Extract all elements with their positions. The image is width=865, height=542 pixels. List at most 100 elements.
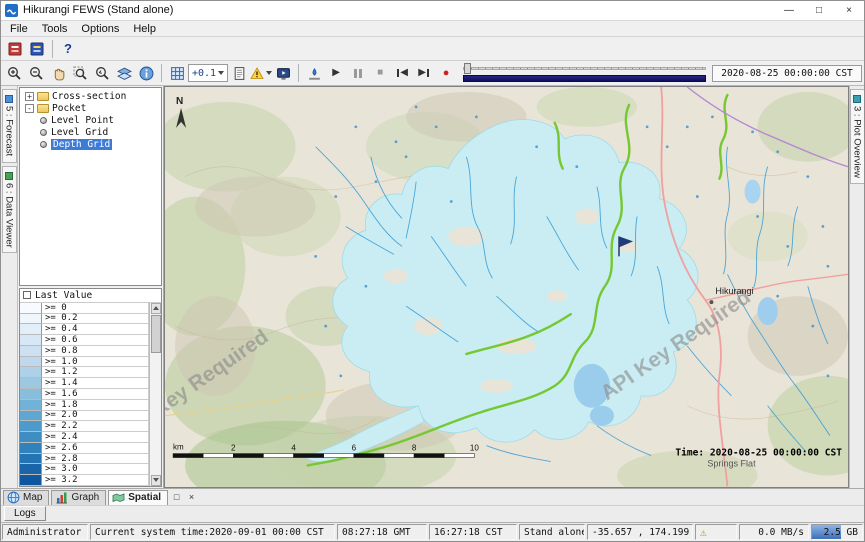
step-back-button[interactable]: ◀ [391,63,413,83]
record-button[interactable]: ● [435,63,457,83]
grid-step-combo[interactable]: +0.1 [188,64,228,82]
menu-options[interactable]: Options [74,22,126,36]
close-panel-button[interactable]: × [185,491,198,504]
legend-row: >= 1.6 [20,389,149,400]
legend-row: >= 0.6 [20,335,149,346]
collapse-icon[interactable]: - [25,104,34,113]
layer-node-icon [40,141,47,148]
tab-forecast[interactable]: 5 : Forecast [2,89,17,162]
status-memory: 2.5 GB [811,524,863,540]
tree-item-label: Level Grid [51,127,108,138]
svg-text:8: 8 [412,444,417,453]
tab-graph-label: Graph [71,492,99,503]
chevron-down-icon [218,71,224,75]
profile-tool-icon[interactable] [303,63,325,83]
status-system-time: Current system time:2020-09-01 00:00 CST [90,524,335,540]
play-button[interactable]: ▶ [325,63,347,83]
tree-item-label: Level Point [51,115,114,126]
warnings-dropdown-button[interactable] [250,63,272,83]
legend-row: >= 1.8 [20,400,149,411]
info-button[interactable] [135,63,157,83]
logs-button[interactable]: Logs [4,506,46,521]
last-value-checkbox[interactable] [23,291,31,299]
svg-text:2: 2 [231,444,236,453]
pan-button[interactable] [47,63,69,83]
scroll-track[interactable] [151,314,161,475]
step-forward-button[interactable]: ▶ [413,63,435,83]
stop-button[interactable]: ■ [369,63,391,83]
maximize-button[interactable]: □ [804,1,834,20]
tab-map[interactable]: Map [3,490,49,505]
svg-text:6: 6 [352,444,357,453]
plot-overview-icon [853,95,861,103]
town-dot [709,301,713,305]
status-warning-cell[interactable]: ⚠ [695,524,737,540]
toolbar-separator [52,40,53,58]
svg-text:10: 10 [470,444,479,453]
explorer-shortcut-icon[interactable] [4,39,26,59]
tab-data-viewer-label: 6 : Data Viewer [4,183,15,248]
tree-row-selected[interactable]: Depth Grid [20,138,161,150]
tab-spatial[interactable]: Spatial [108,490,168,505]
legend-row: >= 2.4 [20,432,149,443]
legend-row-label: >= 3.2 [42,475,149,486]
status-transfer-rate: 0.0 MB/s [739,524,809,540]
tree-row[interactable]: Level Point [20,114,161,126]
pause-button[interactable] [347,63,369,83]
status-bar: Administrator Current system time:2020-0… [1,522,864,541]
tab-map-label: Map [23,492,42,503]
legend-color-swatch [20,421,42,432]
close-button[interactable]: × [834,1,864,20]
legend-row: >= 1.0 [20,357,149,368]
legend-row: >= 0.2 [20,314,149,325]
legend-row-label: >= 0.8 [42,346,149,357]
zoom-box-button[interactable] [69,63,91,83]
svg-text:km: km [173,443,184,452]
spatial-map-icon [112,491,125,504]
legend-row-label: >= 2.6 [42,443,149,454]
legend-row-label: >= 1.4 [42,378,149,389]
grid-display-button[interactable] [166,63,188,83]
expand-icon[interactable]: + [25,92,34,101]
scroll-up-icon[interactable] [151,303,161,314]
animation-display-button[interactable] [272,63,294,83]
zoom-in-button[interactable] [3,63,25,83]
scroll-down-icon[interactable] [151,475,161,486]
tab-data-viewer[interactable]: 6 : Data Viewer [2,166,17,254]
menu-file[interactable]: File [3,22,35,36]
minimize-button[interactable]: — [774,1,804,20]
tab-forecast-label: 5 : Forecast [4,106,15,156]
map-canvas[interactable]: API Key Required API Key Required Hikura… [165,87,848,486]
zoom-previous-button[interactable] [91,63,113,83]
legend-row: >= 2.2 [20,421,149,432]
legend-row-label: >= 0.6 [42,335,149,346]
database-shortcut-icon[interactable] [26,39,48,59]
tree-row[interactable]: + Cross-section [20,90,161,102]
menu-tools[interactable]: Tools [35,22,75,36]
timeline-handle[interactable] [464,63,471,74]
layers-button[interactable] [113,63,135,83]
timeline-slider[interactable] [463,63,706,83]
memory-label: 2.5 GB [824,527,858,538]
tree-row[interactable]: Level Grid [20,126,161,138]
legend-scrollbar[interactable] [149,303,161,486]
legend-color-swatch [20,346,42,357]
menu-help[interactable]: Help [126,22,163,36]
tab-graph[interactable]: Graph [51,490,106,505]
zoom-out-button[interactable] [25,63,47,83]
report-button[interactable] [228,63,250,83]
legend-row: >= 2.8 [20,454,149,465]
scroll-thumb[interactable] [151,315,161,353]
legend-color-swatch [20,335,42,346]
tree-row[interactable]: - Pocket [20,102,161,114]
legend-row-label: >= 2.8 [42,454,149,465]
help-button[interactable]: ? [57,39,79,59]
float-panel-button[interactable]: □ [170,491,183,504]
legend-color-swatch [20,378,42,389]
tab-plot-overview[interactable]: 3 : Plot Overview [850,89,865,184]
legend-row: >= 1.2 [20,367,149,378]
timeline-track[interactable] [463,67,706,70]
globe-icon [7,491,20,504]
legend-row: >= 0.4 [20,324,149,335]
timeline-range-bar[interactable] [463,75,706,82]
